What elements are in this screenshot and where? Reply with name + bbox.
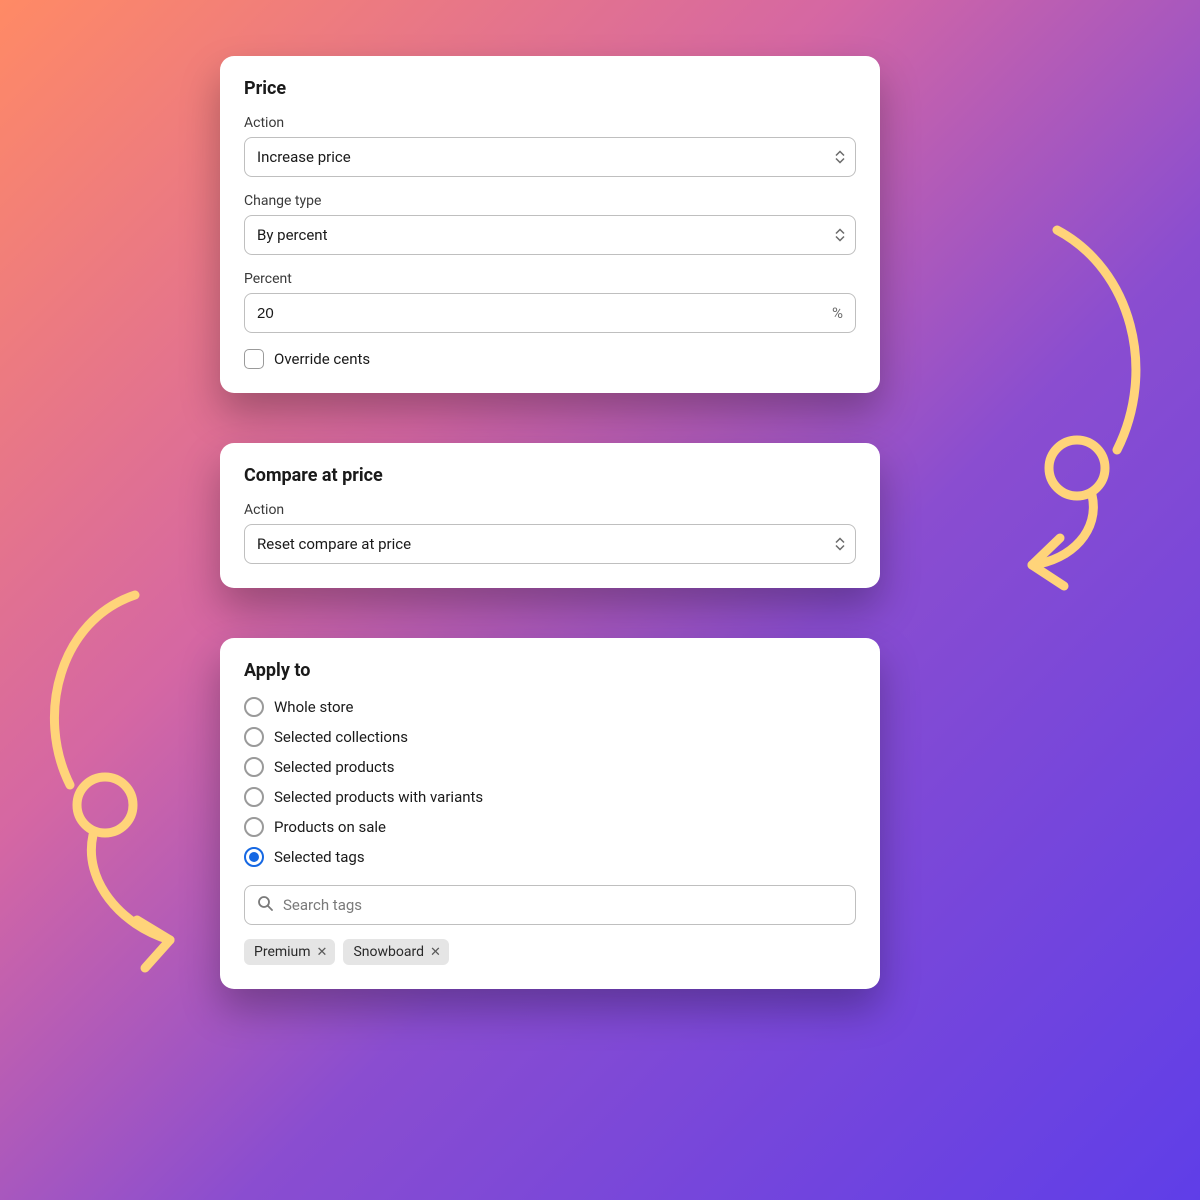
tag-label: Snowboard <box>353 944 424 960</box>
curly-arrow-icon <box>922 220 1172 600</box>
apply-radio-option[interactable]: Selected products with variants <box>244 787 856 807</box>
radio-button[interactable] <box>244 757 264 777</box>
sort-icon <box>835 229 845 242</box>
override-cents-row[interactable]: Override cents <box>244 349 856 369</box>
search-placeholder: Search tags <box>283 896 362 914</box>
radio-button[interactable] <box>244 817 264 837</box>
change-type-select[interactable]: By percent <box>244 215 856 255</box>
apply-radio-list: Whole store Selected collections Selected … <box>244 697 856 867</box>
compare-action-field: Action Reset compare at price <box>244 502 856 564</box>
apply-title: Apply to <box>244 660 856 681</box>
radio-button[interactable] <box>244 727 264 747</box>
sort-icon <box>835 151 845 164</box>
percent-input-wrap[interactable]: % <box>244 293 856 333</box>
compare-action-label: Action <box>244 502 856 518</box>
apply-radio-option[interactable]: Whole store <box>244 697 856 717</box>
action-label: Action <box>244 115 856 131</box>
apply-radio-option[interactable]: Selected tags <box>244 847 856 867</box>
search-tags-input[interactable]: Search tags <box>244 885 856 925</box>
price-card: Price Action Increase price Change type … <box>220 56 880 393</box>
compare-action-select-value: Reset compare at price <box>257 535 411 553</box>
radio-button[interactable] <box>244 847 264 867</box>
tag-chip[interactable]: Premium ✕ <box>244 939 335 965</box>
change-type-select-value: By percent <box>257 226 327 244</box>
apply-to-card: Apply to Whole store Selected collections… <box>220 638 880 989</box>
action-select-value: Increase price <box>257 148 351 166</box>
radio-button[interactable] <box>244 697 264 717</box>
change-type-label: Change type <box>244 193 856 209</box>
radio-button[interactable] <box>244 787 264 807</box>
radio-label: Selected collections <box>274 728 408 746</box>
apply-radio-option[interactable]: Selected collections <box>244 727 856 747</box>
search-icon <box>257 895 273 915</box>
curly-arrow-icon <box>5 580 245 980</box>
selected-tags: Premium ✕ Snowboard ✕ <box>244 939 856 965</box>
radio-label: Selected products <box>274 758 395 776</box>
radio-label: Products on sale <box>274 818 386 836</box>
action-field: Action Increase price <box>244 115 856 177</box>
percent-input[interactable] <box>257 294 843 332</box>
compare-action-select[interactable]: Reset compare at price <box>244 524 856 564</box>
radio-label: Selected tags <box>274 848 365 866</box>
price-title: Price <box>244 78 856 99</box>
percent-label: Percent <box>244 271 856 287</box>
compare-at-price-card: Compare at price Action Reset compare at… <box>220 443 880 588</box>
compare-title: Compare at price <box>244 465 856 486</box>
percent-suffix: % <box>832 304 843 322</box>
tag-label: Premium <box>254 944 311 960</box>
apply-radio-option[interactable]: Selected products <box>244 757 856 777</box>
radio-label: Selected products with variants <box>274 788 483 806</box>
apply-radio-option[interactable]: Products on sale <box>244 817 856 837</box>
radio-label: Whole store <box>274 698 353 716</box>
override-cents-label: Override cents <box>274 350 370 368</box>
percent-field: Percent % <box>244 271 856 333</box>
close-icon[interactable]: ✕ <box>430 946 441 959</box>
close-icon[interactable]: ✕ <box>317 946 328 959</box>
sort-icon <box>835 538 845 551</box>
action-select[interactable]: Increase price <box>244 137 856 177</box>
change-type-field: Change type By percent <box>244 193 856 255</box>
tag-chip[interactable]: Snowboard ✕ <box>343 939 448 965</box>
override-cents-checkbox[interactable] <box>244 349 264 369</box>
